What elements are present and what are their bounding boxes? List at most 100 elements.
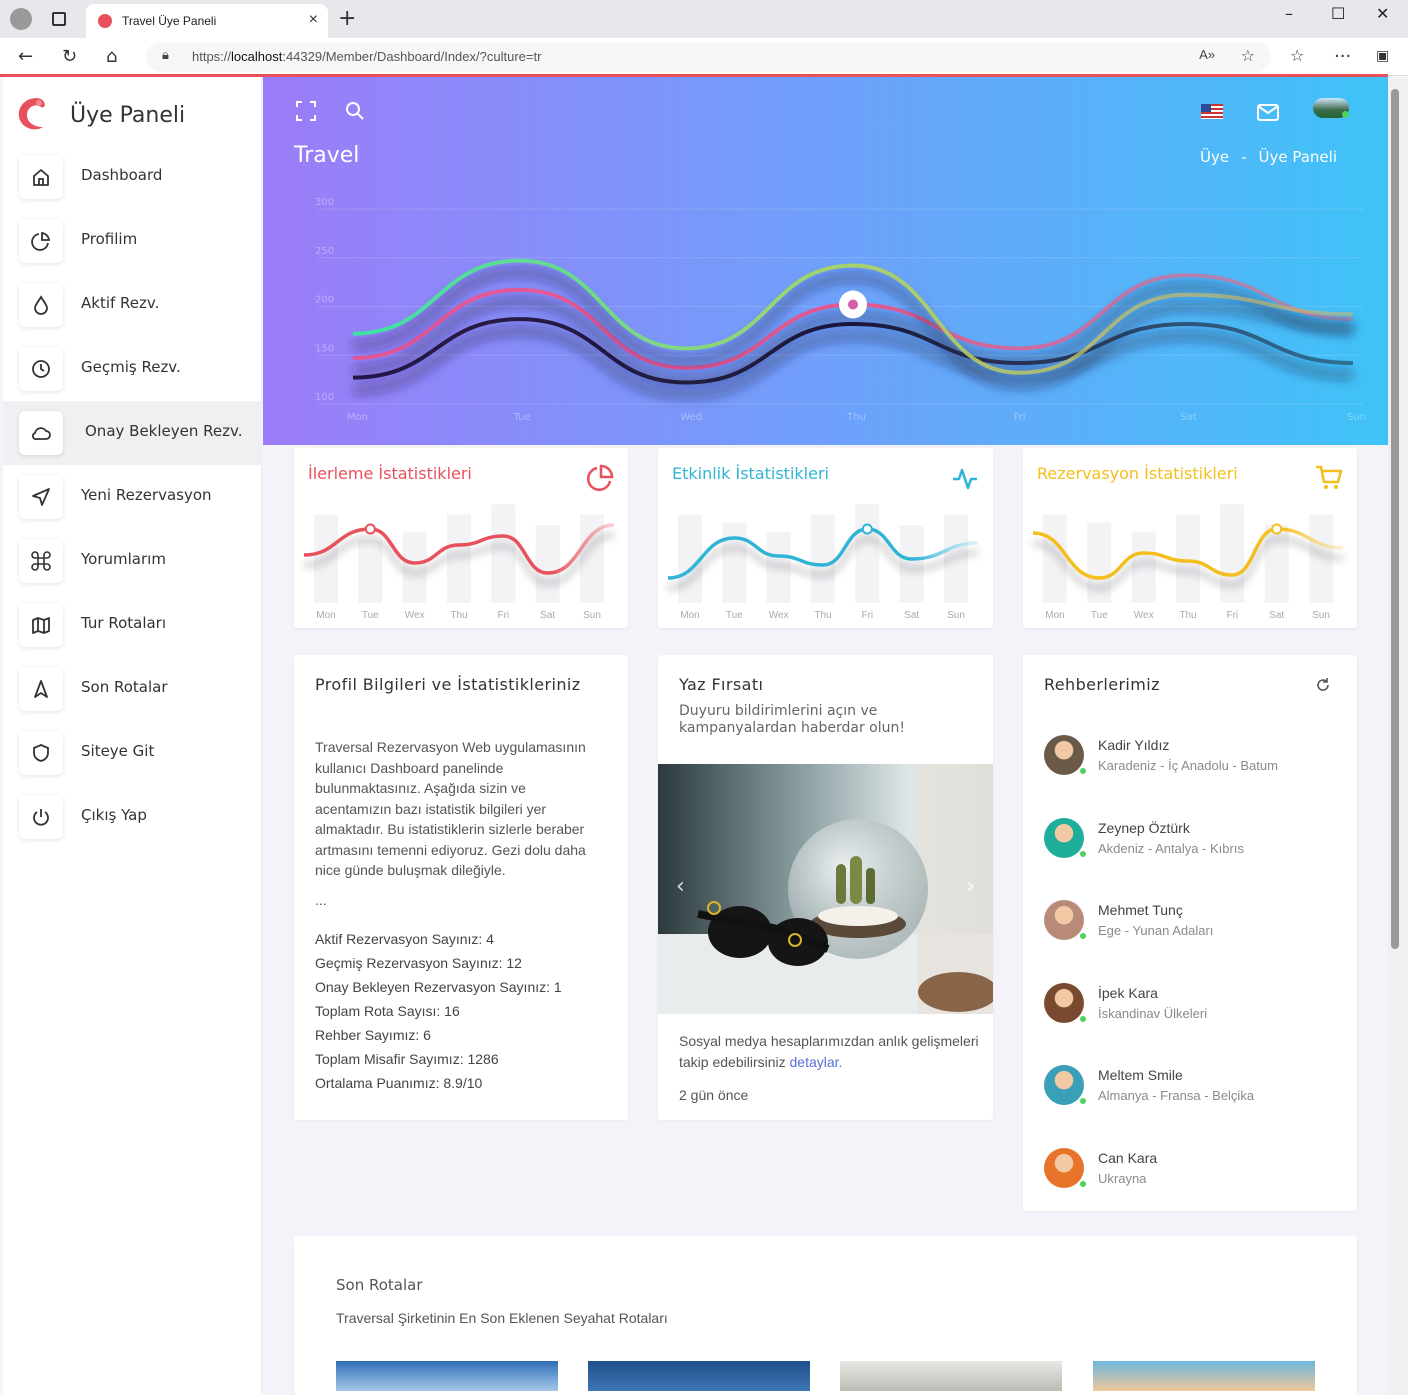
map-icon xyxy=(32,617,50,634)
maximize-icon[interactable]: ☐ xyxy=(1331,4,1345,23)
sidebar-item[interactable]: Aktif Rezv. xyxy=(3,273,262,337)
card-subtitle: Traversal Şirketinin En Son Eklenen Seya… xyxy=(336,1310,668,1326)
route-image[interactable] xyxy=(336,1361,558,1391)
sidebar-item[interactable]: Onay Bekleyen Rezv. xyxy=(3,401,262,465)
more-icon[interactable]: ··· xyxy=(1334,46,1351,67)
card-title: Rezervasyon İstatistikleri xyxy=(1037,464,1238,483)
sidebar-item-label: Dashboard xyxy=(81,166,163,184)
highlight-point xyxy=(861,523,873,535)
sidebar-item[interactable]: Tur Rotaları xyxy=(3,593,262,657)
sidebar-item[interactable]: Profilim xyxy=(3,209,262,273)
guide-name: İpek Kara xyxy=(1098,984,1158,1001)
online-status-icon xyxy=(1079,1014,1087,1023)
favorites-icon[interactable]: ☆ xyxy=(1290,46,1304,65)
home-browser-icon[interactable]: ⌂ xyxy=(106,46,117,67)
profile-text: Traversal Rezervasyon Web uygulamasının … xyxy=(315,739,586,878)
sidebar-item[interactable]: Dashboard xyxy=(3,145,262,209)
x-tick-label: Mon xyxy=(680,610,699,621)
timestamp: 2 gün önce xyxy=(679,1087,749,1103)
close-window-icon[interactable]: ✕ xyxy=(1376,4,1389,23)
avatar xyxy=(1044,1147,1084,1188)
card-title: Rehberlerimiz xyxy=(1044,675,1160,694)
guide-item[interactable]: Can Kara Ukrayna xyxy=(1044,1147,1344,1208)
sidebar-item[interactable]: Son Rotalar xyxy=(3,657,262,721)
sidebar-item[interactable]: Siteye Git xyxy=(3,721,262,785)
x-tick-label: Fri xyxy=(1014,412,1026,423)
route-image[interactable] xyxy=(1093,1361,1315,1391)
x-tick-label: Sun xyxy=(583,610,601,621)
breadcrumb: Üye - Üye Paneli xyxy=(1194,148,1343,166)
x-tick-label: Thu xyxy=(846,412,866,423)
guide-route: Almanya - Fransa - Belçika xyxy=(1098,1088,1255,1103)
online-status-icon xyxy=(1079,1179,1087,1188)
guide-item[interactable]: İpek Kara İskandinav Ülkeleri xyxy=(1044,982,1344,1043)
guide-route: Ege - Yunan Adaları xyxy=(1098,923,1214,938)
favorite-star-icon[interactable]: ☆ xyxy=(1241,46,1255,65)
x-tick-label: Wex xyxy=(405,610,425,621)
scrollbar-thumb[interactable] xyxy=(1391,89,1399,949)
x-tick-label: Wex xyxy=(769,610,789,621)
sidebar-item[interactable]: Yorumlarım xyxy=(3,529,262,593)
home-icon xyxy=(33,169,49,186)
x-tick-label: Thu xyxy=(814,610,831,621)
mail-icon[interactable] xyxy=(1257,104,1279,121)
route-image[interactable] xyxy=(588,1361,810,1391)
scrollbar[interactable] xyxy=(1388,77,1408,1395)
read-aloud-icon[interactable]: A» xyxy=(1199,47,1215,62)
bar xyxy=(722,522,747,603)
refresh-icon[interactable] xyxy=(1315,677,1331,693)
route-image[interactable] xyxy=(840,1361,1062,1391)
reload-icon[interactable]: ↻ xyxy=(62,46,77,67)
y-tick-label: 250 xyxy=(315,246,334,257)
guide-item[interactable]: Kadir Yıldız Karadeniz - İç Anadolu - Bat… xyxy=(1044,735,1344,795)
hero-header: Travel Üye - Üye Paneli 300 250 200 150 100 Mon… xyxy=(263,77,1388,445)
guide-item[interactable]: Zeynep Öztürk Akdeniz - Antalya - Kıbrıs xyxy=(1044,817,1344,878)
new-tab-icon[interactable]: + xyxy=(338,6,356,31)
search-icon[interactable] xyxy=(345,101,365,121)
x-tick-label: Mon xyxy=(316,610,335,621)
activity-icon xyxy=(953,468,977,490)
breadcrumb-item[interactable]: Üye xyxy=(1200,148,1229,166)
details-link[interactable]: detaylar. xyxy=(790,1054,843,1070)
sidebar-item-label: Onay Bekleyen Rezv. xyxy=(85,422,243,440)
pie-chart-icon xyxy=(31,231,51,251)
avatar[interactable] xyxy=(1313,98,1349,118)
browser-tab[interactable]: Travel Üye Paneli × xyxy=(86,4,328,38)
guide-item[interactable]: Meltem Smile Almanya - Fransa - Belçika xyxy=(1044,1065,1344,1125)
carousel-prev-icon[interactable]: ‹ xyxy=(676,874,685,899)
x-tick-label: Sun xyxy=(1347,412,1366,423)
fullscreen-icon[interactable] xyxy=(296,101,316,121)
x-tick-label: Wed xyxy=(680,412,702,423)
profile-card: Profil Bilgileri ve İstatistikleriniz Tr… xyxy=(294,655,628,1120)
breadcrumb-item: Üye Paneli xyxy=(1258,148,1338,166)
droplet-icon xyxy=(34,295,48,315)
power-icon xyxy=(33,809,49,826)
us-flag-icon[interactable] xyxy=(1201,104,1223,119)
ellipsis: ... xyxy=(315,892,327,908)
highlight-point xyxy=(364,523,376,535)
url-field[interactable]: 🔒︎ https://localhost:44329/Member/Dashbo… xyxy=(146,42,1271,72)
bar xyxy=(535,525,560,603)
sidebar-menu: Dashboard Profilim Aktif Rezv. Geçmiş Rezv.… xyxy=(3,145,262,849)
x-tick-label: Sat xyxy=(1180,412,1196,423)
tab-actions-icon[interactable] xyxy=(52,12,66,26)
sidebar-item[interactable]: Çıkış Yap xyxy=(3,785,262,849)
carousel-image: ‹ › xyxy=(658,764,993,1014)
guide-item[interactable]: Mehmet Tunç Ege - Yunan Adaları xyxy=(1044,900,1344,960)
card-title: Profil Bilgileri ve İstatistikleriniz xyxy=(315,675,581,694)
back-icon[interactable]: ← xyxy=(18,46,33,67)
sidebar-item-label: Aktif Rezv. xyxy=(81,294,160,312)
highlight-point xyxy=(1271,523,1283,535)
sidebar-item-label: Siteye Git xyxy=(81,742,155,760)
sidebar-item[interactable]: Geçmiş Rezv. xyxy=(3,337,262,401)
profile-icon[interactable] xyxy=(10,8,32,30)
minimize-icon[interactable]: – xyxy=(1285,4,1293,23)
stat-line: Geçmiş Rezervasyon Sayınız: 12 xyxy=(315,955,522,971)
carousel-next-icon[interactable]: › xyxy=(966,874,975,899)
sidebar-toggle-icon[interactable]: ▣ xyxy=(1376,48,1389,64)
shield-icon xyxy=(33,744,49,762)
x-tick-label: Sun xyxy=(1312,610,1330,621)
avatar xyxy=(1044,735,1084,775)
sidebar-item[interactable]: Yeni Rezervasyon xyxy=(3,465,262,529)
close-tab-icon[interactable]: × xyxy=(309,11,318,29)
